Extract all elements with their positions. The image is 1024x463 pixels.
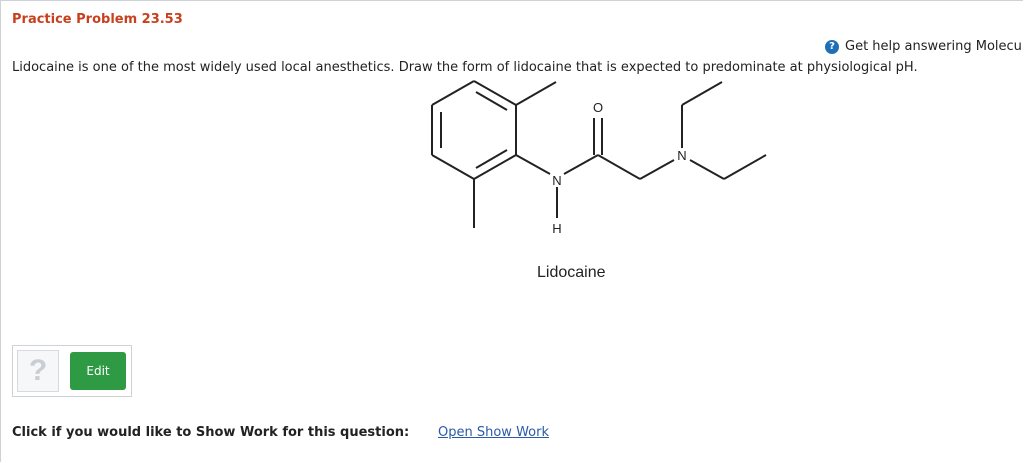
ring-bond [431, 80, 475, 106]
methyl-bond [515, 81, 557, 106]
problem-title: Practice Problem 23.53 [12, 12, 183, 27]
bond [563, 154, 599, 175]
lidocaine-structure: O N H N [431, 80, 767, 236]
question-text: Lidocaine is one of the most widely used… [12, 60, 918, 75]
show-work-prompt: Click if you would like to Show Work for… [12, 425, 410, 440]
bond [639, 159, 675, 180]
help-circle-icon: ? [825, 39, 839, 54]
open-show-work-link[interactable]: Open Show Work [438, 425, 549, 440]
question-icon[interactable]: ? [17, 350, 59, 392]
bond [597, 154, 641, 180]
molecule-caption: Lidocaine [537, 264, 606, 281]
help-link[interactable]: ? Get help answering Molecu [825, 39, 1022, 54]
bond [681, 81, 723, 106]
amine-nitrogen-label: N [677, 148, 686, 163]
bond [723, 154, 767, 180]
ring-double-bond [475, 149, 508, 169]
edit-button[interactable]: Edit [70, 352, 126, 390]
ring-bond [473, 80, 517, 106]
amide-hydrogen-label: H [552, 221, 561, 236]
bond [515, 154, 551, 175]
ring-bond [473, 154, 517, 180]
ring-bond [431, 154, 475, 180]
answer-toolbar: ? Edit [12, 345, 132, 397]
bond [689, 159, 725, 180]
help-text: Get help answering Molecu [845, 39, 1022, 54]
amide-nitrogen-label: N [552, 173, 561, 188]
oxygen-label: O [593, 100, 603, 115]
ring-double-bond [475, 91, 508, 111]
